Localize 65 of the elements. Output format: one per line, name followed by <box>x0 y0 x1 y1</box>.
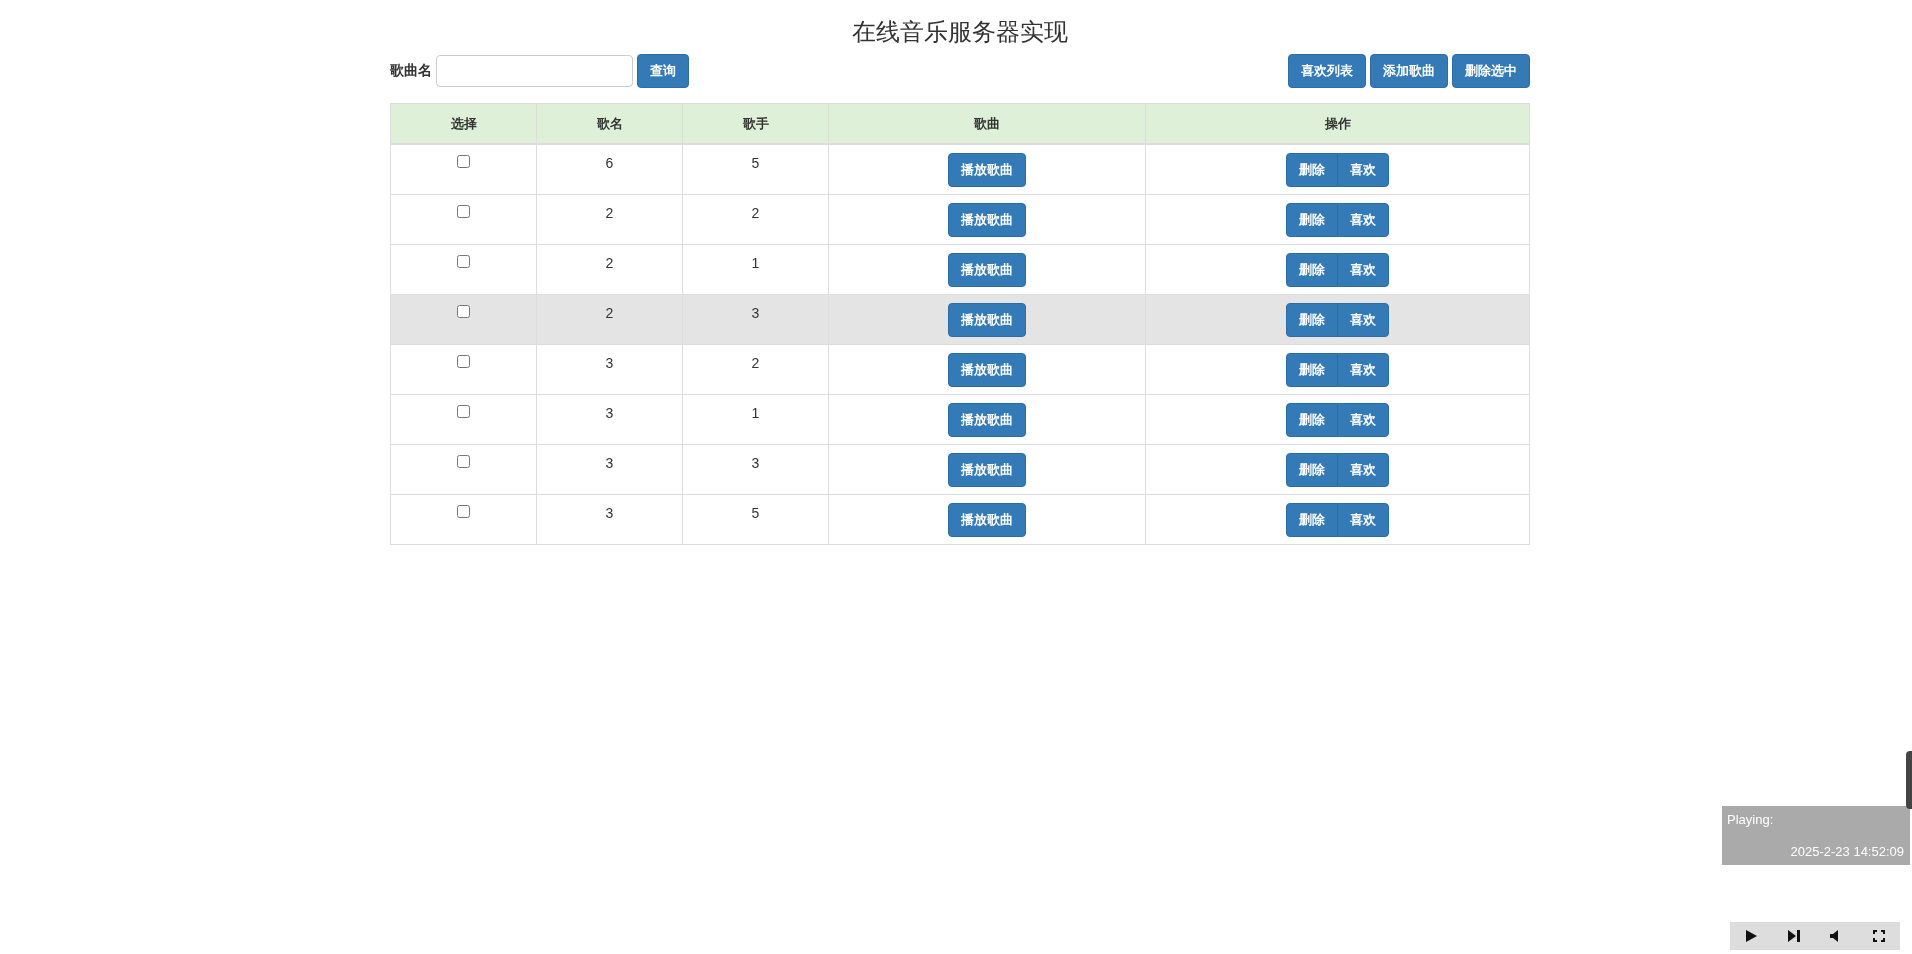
play-button[interactable]: 播放歌曲 <box>948 252 1026 287</box>
delete-button[interactable]: 删除 <box>1286 502 1338 537</box>
song-name: 2 <box>605 304 614 321</box>
row-checkbox[interactable] <box>457 254 470 268</box>
song-name: 3 <box>605 504 614 521</box>
skip-icon[interactable] <box>1786 929 1801 943</box>
song-name: 3 <box>605 454 614 471</box>
singer-name: 2 <box>751 354 760 371</box>
singer-name: 5 <box>751 155 760 171</box>
play-button[interactable]: 播放歌曲 <box>948 302 1026 337</box>
column-header: 歌曲 <box>828 103 1146 144</box>
singer-name: 3 <box>751 304 760 321</box>
delete-button[interactable]: 删除 <box>1286 252 1338 287</box>
row-checkbox[interactable] <box>457 354 470 368</box>
play-button[interactable]: 播放歌曲 <box>948 502 1026 537</box>
row-checkbox[interactable] <box>457 404 470 418</box>
delete-button[interactable]: 删除 <box>1286 352 1338 387</box>
column-header: 选择 <box>390 103 537 144</box>
singer-name: 1 <box>751 404 760 421</box>
song-name: 6 <box>605 155 614 171</box>
singer-name: 5 <box>751 504 760 521</box>
toolbar-button[interactable]: 喜欢列表 <box>1288 54 1366 88</box>
delete-button[interactable]: 删除 <box>1286 302 1338 337</box>
player-time: 2025-2-23 14:52:09 <box>1790 844 1904 859</box>
like-button[interactable]: 喜欢 <box>1337 352 1389 387</box>
play-button[interactable]: 播放歌曲 <box>948 153 1026 187</box>
play-button[interactable]: 播放歌曲 <box>948 402 1026 437</box>
song-name: 3 <box>605 354 614 371</box>
row-checkbox[interactable] <box>457 454 470 468</box>
like-button[interactable]: 喜欢 <box>1337 452 1389 487</box>
delete-button[interactable]: 删除 <box>1286 153 1338 187</box>
player-status: Playing: <box>1727 812 1774 827</box>
singer-name: 3 <box>751 454 760 471</box>
like-button[interactable]: 喜欢 <box>1337 502 1389 537</box>
column-header: 歌手 <box>682 103 829 144</box>
row-checkbox[interactable] <box>457 155 470 168</box>
like-button[interactable]: 喜欢 <box>1337 202 1389 237</box>
search-field[interactable] <box>436 55 633 87</box>
song-name: 2 <box>605 204 614 221</box>
fullscreen-icon[interactable] <box>1871 929 1886 943</box>
singer-name: 1 <box>751 254 760 271</box>
column-header: 操作 <box>1145 103 1530 144</box>
like-button[interactable]: 喜欢 <box>1337 153 1389 187</box>
row-checkbox[interactable] <box>457 204 470 218</box>
search-label: 歌曲名 <box>390 62 432 80</box>
play-button[interactable]: 播放歌曲 <box>948 452 1026 487</box>
row-checkbox[interactable] <box>457 504 470 518</box>
like-button[interactable]: 喜欢 <box>1337 252 1389 287</box>
song-name: 2 <box>605 254 614 271</box>
delete-button[interactable]: 删除 <box>1286 202 1338 237</box>
song-name: 3 <box>605 404 614 421</box>
like-button[interactable]: 喜欢 <box>1337 302 1389 337</box>
toolbar-button[interactable]: 添加歌曲 <box>1370 54 1448 88</box>
page-title: 在线音乐服务器实现 <box>852 17 1068 47</box>
like-button[interactable]: 喜欢 <box>1337 402 1389 437</box>
toolbar-button[interactable]: 删除选中 <box>1452 54 1530 88</box>
play-button[interactable]: 播放歌曲 <box>948 202 1026 237</box>
row-checkbox[interactable] <box>457 304 470 318</box>
play-icon[interactable] <box>1744 929 1759 943</box>
delete-button[interactable]: 删除 <box>1286 452 1338 487</box>
singer-name: 2 <box>751 204 760 221</box>
play-button[interactable]: 播放歌曲 <box>948 352 1026 387</box>
column-header: 歌名 <box>536 103 683 144</box>
delete-button[interactable]: 删除 <box>1286 402 1338 437</box>
search-button[interactable]: 查询 <box>637 54 689 88</box>
